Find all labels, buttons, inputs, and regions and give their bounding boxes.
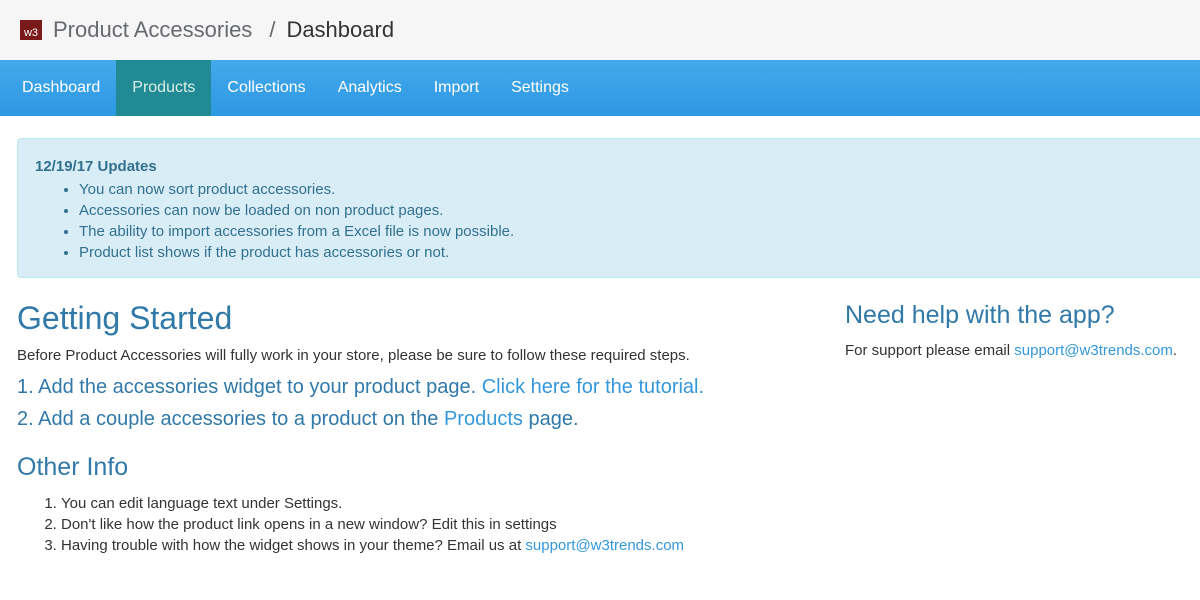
getting-started-intro: Before Product Accessories will fully wo… — [17, 347, 690, 364]
w3-logo-icon: w3 — [20, 20, 42, 40]
breadcrumb-app-name[interactable]: Product Accessories — [53, 17, 252, 43]
step-2-suffix: page. — [528, 408, 579, 430]
breadcrumb-separator: / — [269, 17, 276, 42]
getting-started-heading: Getting Started — [17, 300, 233, 336]
update-item: The ability to import accessories from a… — [79, 221, 1200, 242]
nav-tab-collections[interactable]: Collections — [211, 60, 321, 116]
tutorial-link[interactable]: Click here for the tutorial. — [482, 376, 704, 398]
nav-tab-import[interactable]: Import — [418, 60, 495, 116]
nav-tab-products[interactable]: Products — [116, 60, 212, 116]
update-item: Accessories can now be loaded on non pro… — [79, 200, 1200, 221]
step-1-text: 1. Add the accessories widget to your pr… — [17, 376, 477, 398]
update-item: Product list shows if the product has ac… — [79, 242, 1200, 263]
other-info-item-3-text: Having trouble with how the widget shows… — [61, 537, 522, 554]
getting-started-section: Getting Started Before Product Accessori… — [17, 298, 797, 556]
products-page-link[interactable]: Products — [444, 408, 523, 430]
nav-tab-dashboard[interactable]: Dashboard — [6, 60, 116, 116]
other-info-list: You can edit language text under Setting… — [61, 493, 797, 556]
support-email-link[interactable]: support@w3trends.com — [525, 537, 684, 554]
help-text-suffix: . — [1172, 342, 1178, 359]
updates-list: You can now sort product accessories. Ac… — [79, 179, 1200, 263]
updates-title: 12/19/17 Updates — [35, 158, 157, 175]
help-section: Need help with the app? For support plea… — [845, 298, 1200, 361]
help-heading: Need help with the app? — [845, 301, 1115, 329]
other-info-item: Don't like how the product link opens in… — [61, 514, 797, 535]
step-2: 2. Add a couple accessories to a product… — [17, 407, 797, 431]
logo-text: w3 — [23, 27, 39, 39]
help-text-prefix: For support please email — [845, 342, 1011, 359]
breadcrumb-page-title: Dashboard — [286, 17, 395, 42]
other-info-heading: Other Info — [17, 453, 129, 481]
app-header: w3 Product Accessories / Dashboard — [0, 0, 1200, 60]
other-info-item: You can edit language text under Setting… — [61, 493, 797, 514]
other-info-item: Having trouble with how the widget shows… — [61, 535, 797, 556]
update-item: You can now sort product accessories. — [79, 179, 1200, 200]
nav-tab-analytics[interactable]: Analytics — [322, 60, 418, 116]
help-email-link[interactable]: support@w3trends.com — [1014, 342, 1173, 359]
help-text: For support please email support@w3trend… — [845, 341, 1200, 361]
nav-tab-settings[interactable]: Settings — [495, 60, 585, 116]
updates-alert: 12/19/17 Updates You can now sort produc… — [17, 138, 1200, 278]
step-2-prefix: 2. Add a couple accessories to a product… — [17, 408, 439, 430]
step-1: 1. Add the accessories widget to your pr… — [17, 375, 797, 399]
main-nav: Dashboard Products Collections Analytics… — [0, 60, 1200, 116]
